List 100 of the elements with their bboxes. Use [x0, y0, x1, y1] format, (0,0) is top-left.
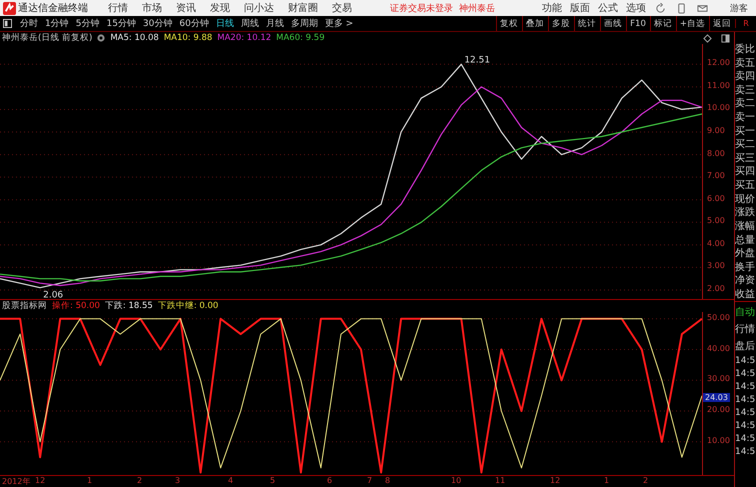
- axis-label: 10.00: [707, 436, 730, 445]
- axis-label: 3.00: [707, 261, 725, 270]
- menu-item[interactable]: 行情: [102, 1, 134, 15]
- quote-label: 买二: [735, 139, 756, 152]
- quote-label: 现价: [735, 194, 756, 206]
- trade-time: 14:5: [735, 369, 756, 379]
- menu-item[interactable]: 选项: [623, 1, 649, 15]
- ma-reading: MA5: 10.08: [110, 33, 159, 43]
- quote-label: 换手: [735, 262, 756, 274]
- date-label: 12: [550, 476, 560, 485]
- period-tab[interactable]: 周线: [238, 17, 262, 30]
- quote-label: 买四: [735, 166, 756, 178]
- axis-label: 7.00: [707, 171, 725, 180]
- menu-item[interactable]: 财富圈: [282, 1, 324, 15]
- quote-label: 总量: [735, 234, 756, 247]
- axis-label: 4.00: [707, 238, 725, 248]
- panel-icon[interactable]: [721, 34, 730, 42]
- date-label: 1: [604, 476, 610, 485]
- period-tab[interactable]: 5分钟: [72, 17, 102, 30]
- date-label: 4: [228, 476, 234, 485]
- date-label: 5: [270, 476, 276, 485]
- phone-icon[interactable]: [676, 2, 687, 14]
- period-tab[interactable]: 多周期: [288, 17, 321, 30]
- date-label: 6: [327, 476, 332, 485]
- axis-label: 2.00: [707, 284, 725, 293]
- axis-label: 9.00: [707, 126, 725, 135]
- ma-reading: MA10: 9.88: [164, 33, 212, 43]
- quote-label: 卖一: [735, 112, 756, 124]
- date-label: 2: [137, 476, 142, 485]
- axis-label: 12.00: [707, 58, 730, 68]
- period-tab[interactable]: 15分钟: [103, 17, 139, 30]
- date-label: 3: [175, 476, 180, 485]
- quote-label: 卖二: [735, 98, 756, 110]
- date-label: 2: [643, 476, 648, 485]
- axis-label: 10.00: [707, 103, 730, 112]
- stock-name: 神州泰岳: [459, 2, 495, 14]
- trade-time: 14:5: [735, 408, 756, 418]
- period-tab[interactable]: 月线: [262, 17, 287, 30]
- trade-time: 14:5: [735, 382, 756, 392]
- date-label: 7: [367, 476, 372, 485]
- axis-label: 30.00: [707, 374, 730, 384]
- menu-item[interactable]: 交易: [326, 1, 358, 15]
- trade-time: 14:5: [735, 434, 756, 444]
- axis-label: 5.00: [707, 216, 725, 226]
- quote-label: 买一: [735, 126, 756, 138]
- period-tab[interactable]: 更多 >: [322, 17, 356, 30]
- login-notice: 证券交易未登录: [390, 2, 453, 14]
- message-icon[interactable]: [697, 2, 708, 14]
- mode-label: 自动: [735, 306, 756, 319]
- menu-item[interactable]: 问小达: [238, 1, 280, 15]
- period-tab[interactable]: 日线: [212, 17, 237, 30]
- menu-item[interactable]: 发现: [204, 1, 236, 15]
- indicator-reading: 下跌中继: 0.00: [158, 300, 218, 312]
- trade-tab[interactable]: 盘后: [735, 339, 756, 353]
- ma-reading: MA20: 10.12: [217, 33, 272, 43]
- settings-icon[interactable]: [97, 34, 106, 42]
- quote-label: 净资: [735, 275, 756, 288]
- quote-label: 外盘: [735, 248, 756, 260]
- corner-label: R: [735, 19, 756, 28]
- trade-time: 14:5: [735, 447, 756, 457]
- indicator-reading: 操作: 50.00: [52, 300, 100, 312]
- indicator-title: 股票指标网: [2, 300, 47, 312]
- period-tab[interactable]: 60分钟: [176, 17, 212, 30]
- quote-label: 卖五: [735, 58, 756, 70]
- date-label: 8: [385, 476, 390, 485]
- axis-label: 6.00: [707, 194, 725, 203]
- date-label: 10: [451, 476, 462, 485]
- date-label: 12: [35, 476, 46, 485]
- quote-label: 卖三: [735, 84, 756, 97]
- date-label: 2012年: [2, 476, 30, 487]
- indicator-reading: 下跌: 18.55: [104, 300, 153, 312]
- quote-label: 委比: [735, 44, 756, 56]
- quote-label: 涨跌: [735, 207, 756, 220]
- stock-title: 神州泰岳(日线 前复权): [2, 32, 92, 44]
- date-label: 11: [495, 476, 506, 485]
- menu-item[interactable]: 功能: [539, 1, 565, 15]
- menu-item[interactable]: 公式: [595, 1, 621, 15]
- menu-item[interactable]: 市场: [136, 1, 168, 15]
- trade-tab[interactable]: 行情: [735, 322, 756, 336]
- menu-item[interactable]: 版面: [567, 1, 593, 15]
- period-tab[interactable]: 1分钟: [42, 17, 72, 30]
- price-annotation: 12.51: [464, 55, 490, 66]
- panel-toggle-icon[interactable]: [3, 19, 12, 28]
- period-tab[interactable]: 分时: [17, 17, 41, 30]
- app-title: 通达信金融终端: [18, 2, 88, 15]
- user-label[interactable]: 游客: [730, 2, 748, 14]
- quote-label: 买五: [735, 180, 756, 192]
- period-tab[interactable]: 30分钟: [140, 17, 176, 30]
- trade-time: 14:5: [735, 356, 756, 366]
- quote-label: 卖四: [735, 71, 756, 84]
- axis-label: 11.00: [707, 80, 730, 90]
- axis-label: 8.00: [707, 148, 725, 158]
- diamond-icon[interactable]: [703, 34, 712, 42]
- quote-label: 买三: [735, 152, 756, 165]
- quote-label: 收益: [735, 288, 756, 301]
- menu-item[interactable]: 资讯: [170, 1, 202, 15]
- axis-label: 40.00: [707, 344, 730, 353]
- axis-label: 50.00: [707, 312, 730, 322]
- ma-reading: MA60: 9.59: [276, 33, 325, 43]
- refresh-icon[interactable]: [655, 2, 666, 14]
